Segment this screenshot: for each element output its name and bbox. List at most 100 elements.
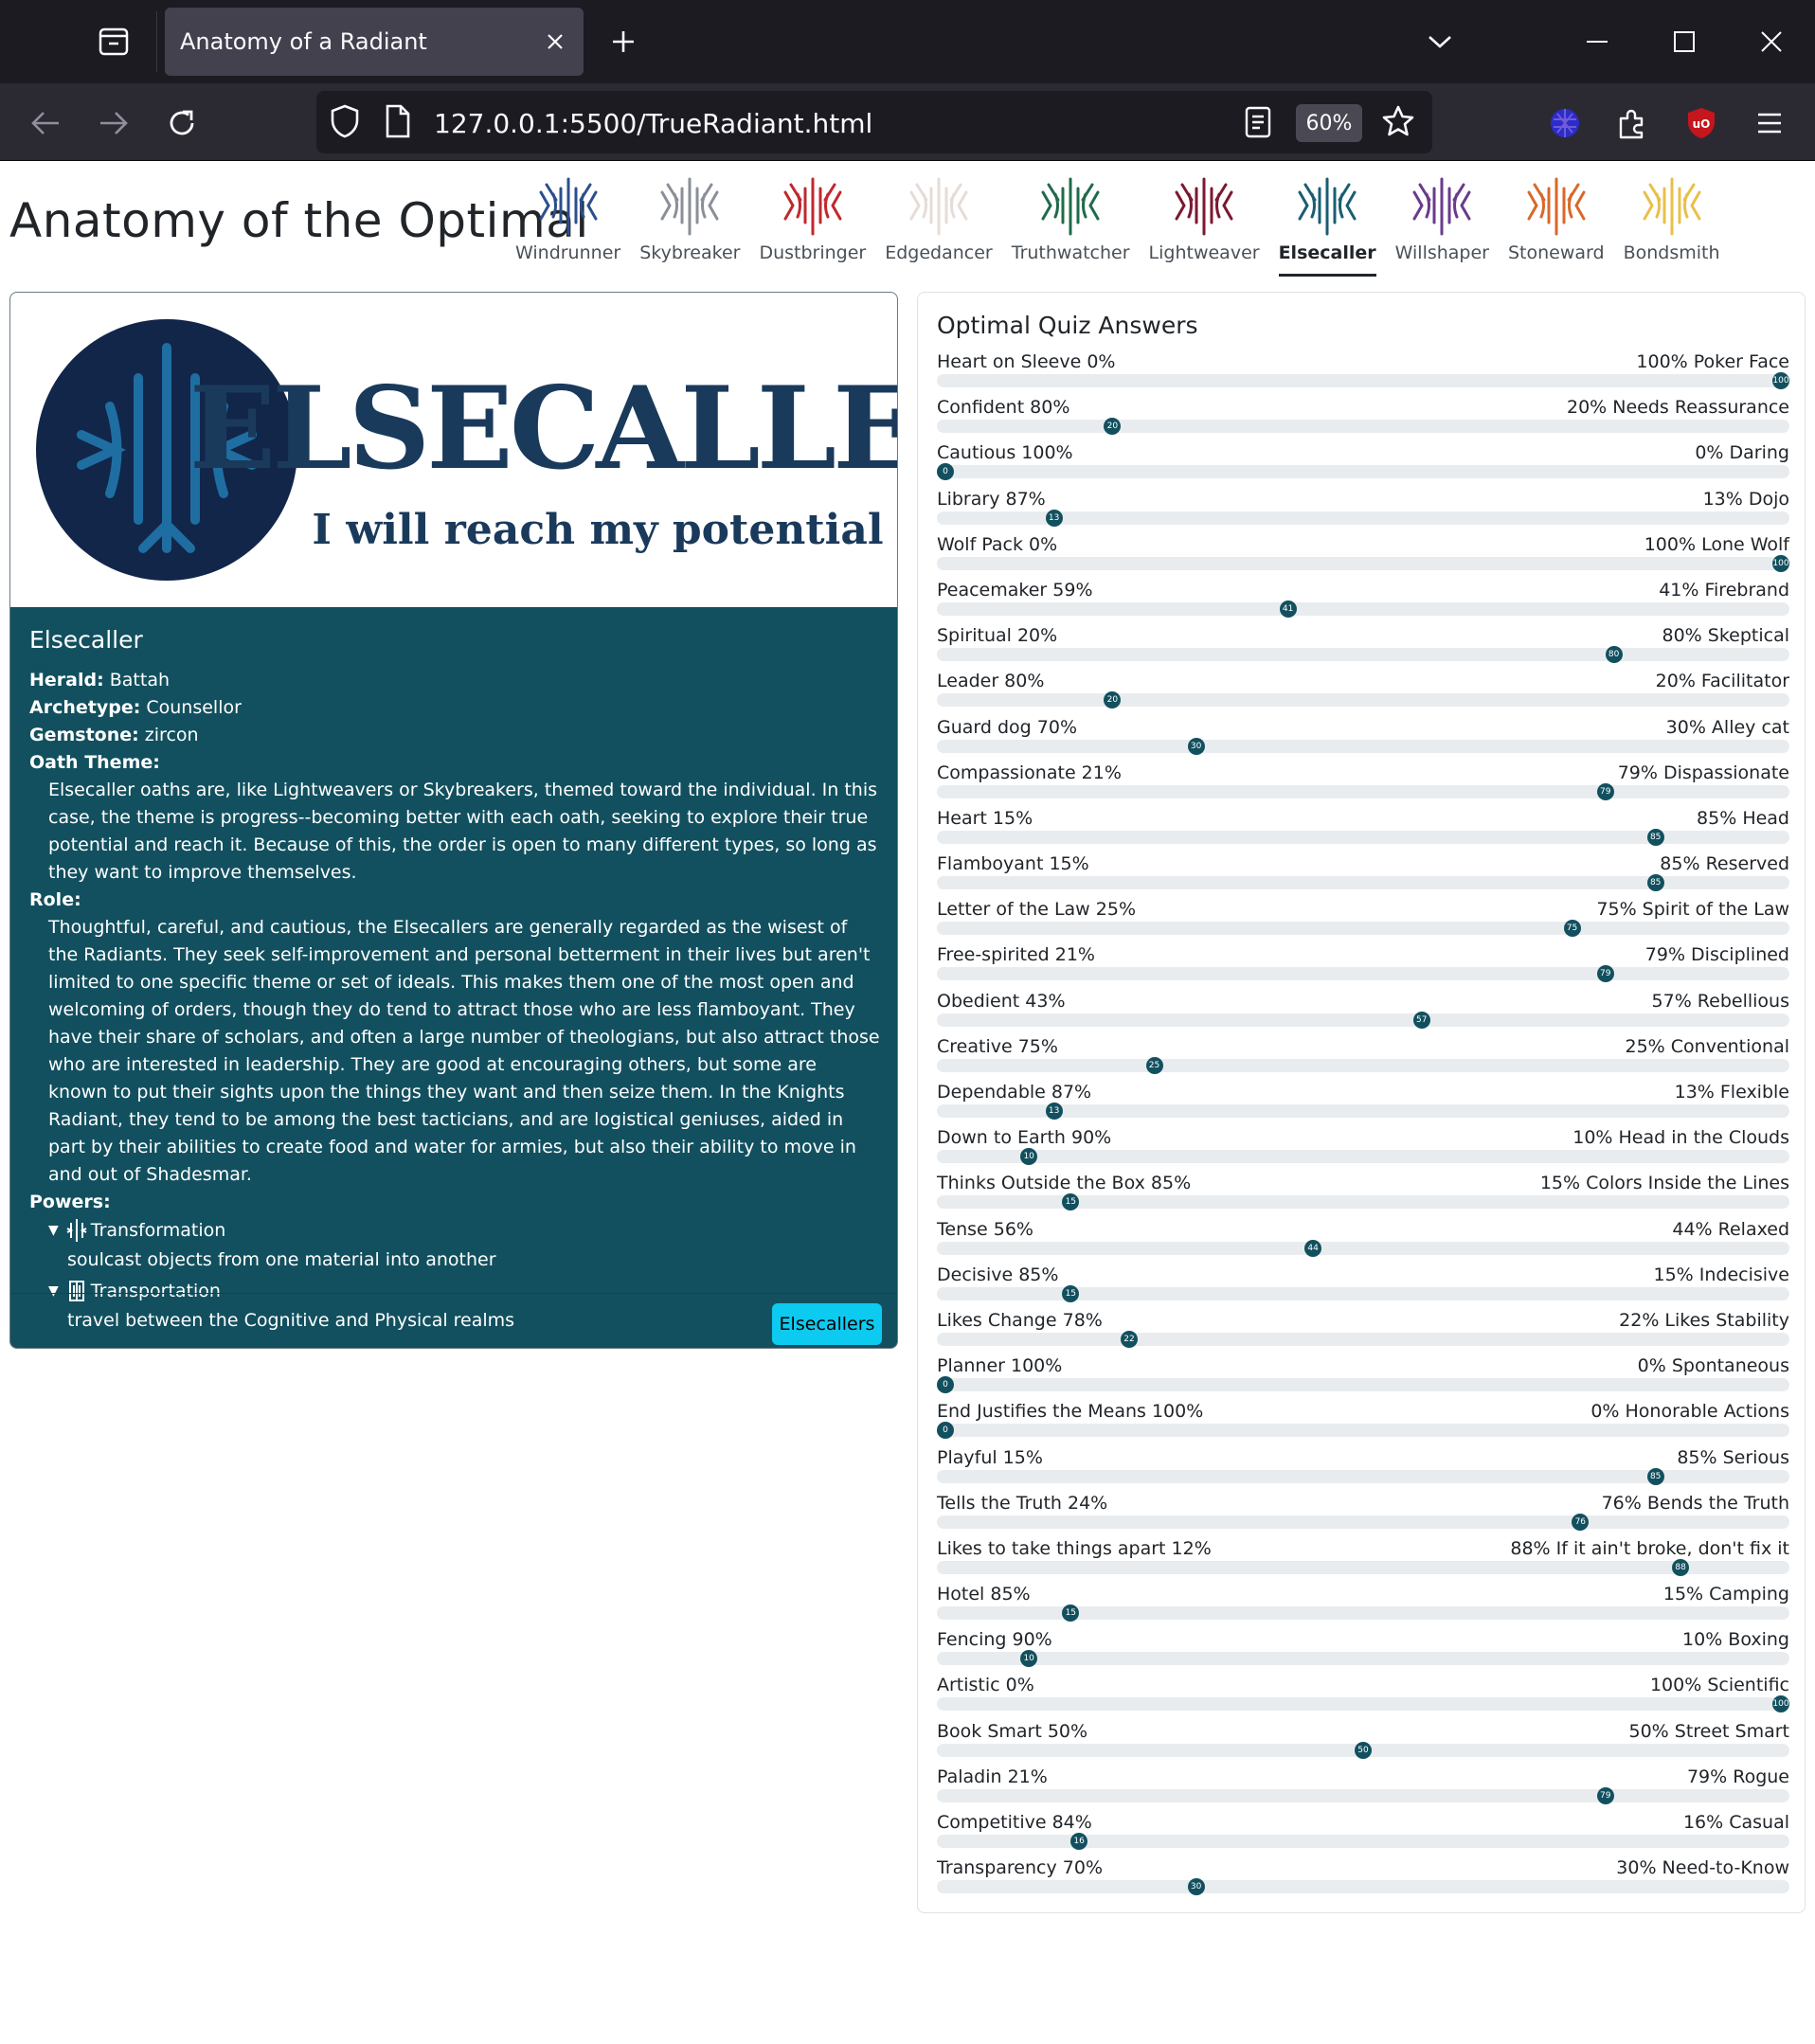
active-tab[interactable]: Anatomy of a Radiant: [165, 8, 584, 76]
elsecallers-button[interactable]: Elsecallers: [772, 1303, 882, 1345]
quiz-slider-track[interactable]: 0: [937, 1422, 1789, 1440]
reader-view-icon[interactable]: [1245, 106, 1271, 142]
quiz-slider-thumb[interactable]: 0: [937, 1422, 954, 1440]
quiz-slider-thumb[interactable]: 25: [1145, 1056, 1163, 1074]
reload-icon[interactable]: [159, 100, 205, 146]
forward-arrow-icon[interactable]: [91, 100, 136, 146]
shield-icon[interactable]: [330, 104, 360, 142]
quiz-slider-track[interactable]: 79: [937, 782, 1789, 800]
quiz-slider-thumb[interactable]: 100: [1772, 1695, 1789, 1713]
quiz-slider-thumb[interactable]: 20: [1104, 418, 1122, 436]
quiz-slider-track[interactable]: 25: [937, 1056, 1789, 1074]
quiz-slider-track[interactable]: 41: [937, 600, 1789, 618]
minimize-icon[interactable]: [1574, 19, 1620, 64]
quiz-slider-thumb[interactable]: 15: [1062, 1284, 1080, 1302]
quiz-slider-thumb[interactable]: 20: [1104, 691, 1122, 709]
order-link-willshaper[interactable]: Willshaper: [1386, 174, 1499, 286]
back-arrow-icon[interactable]: [23, 100, 68, 146]
quiz-slider-track[interactable]: 0: [937, 463, 1789, 481]
quiz-slider-thumb[interactable]: 13: [1045, 1103, 1063, 1120]
quiz-slider-thumb[interactable]: 85: [1646, 828, 1664, 846]
page-icon[interactable]: [385, 104, 411, 142]
quiz-slider-track[interactable]: 44: [937, 1239, 1789, 1257]
quiz-slider-thumb[interactable]: 15: [1062, 1605, 1080, 1623]
quiz-slider-track[interactable]: 79: [937, 1786, 1789, 1804]
hamburger-menu-icon[interactable]: [1747, 100, 1792, 146]
quiz-slider-thumb[interactable]: 80: [1605, 646, 1623, 664]
quiz-slider-thumb[interactable]: 10: [1020, 1148, 1038, 1166]
zoom-level-badge[interactable]: 60%: [1296, 104, 1362, 142]
quiz-slider-thumb[interactable]: 16: [1070, 1833, 1088, 1850]
quiz-slider-thumb[interactable]: 79: [1596, 1786, 1614, 1804]
extensions-puzzle-icon[interactable]: [1610, 100, 1656, 146]
quiz-slider-track[interactable]: 15: [937, 1193, 1789, 1211]
quiz-slider-thumb[interactable]: 79: [1596, 782, 1614, 800]
quiz-slider-thumb[interactable]: 15: [1062, 1193, 1080, 1211]
bookmark-star-icon[interactable]: [1381, 104, 1415, 142]
quiz-slider-track[interactable]: 30: [937, 1878, 1789, 1896]
quiz-slider-track[interactable]: 85: [937, 828, 1789, 846]
order-link-stoneward[interactable]: Stoneward: [1499, 174, 1614, 286]
quiz-slider-track[interactable]: 15: [937, 1605, 1789, 1623]
quiz-slider-track[interactable]: 15: [937, 1284, 1789, 1302]
quiz-slider-thumb[interactable]: 30: [1187, 737, 1205, 755]
order-link-bondsmith[interactable]: Bondsmith: [1614, 174, 1730, 286]
order-link-edgedancer[interactable]: Edgedancer: [875, 174, 1002, 286]
quiz-slider-thumb[interactable]: 100: [1772, 372, 1789, 389]
quiz-slider-track[interactable]: 79: [937, 965, 1789, 983]
quiz-slider-track[interactable]: 10: [937, 1148, 1789, 1166]
quiz-slider-track[interactable]: 75: [937, 920, 1789, 938]
order-link-lightweaver[interactable]: Lightweaver: [1140, 174, 1269, 286]
ublock-shield-icon[interactable]: uO: [1679, 100, 1724, 146]
quiz-slider-thumb[interactable]: 85: [1646, 1467, 1664, 1485]
order-link-truthwatcher[interactable]: Truthwatcher: [1002, 174, 1140, 286]
chevron-down-icon[interactable]: [1419, 21, 1461, 63]
quiz-slider-track[interactable]: 22: [937, 1330, 1789, 1348]
quiz-slider-thumb[interactable]: 10: [1020, 1650, 1038, 1668]
quiz-slider-track[interactable]: 20: [937, 691, 1789, 709]
order-link-elsecaller[interactable]: Elsecaller: [1269, 174, 1386, 286]
quiz-slider-track[interactable]: 13: [937, 1103, 1789, 1120]
quiz-slider-track[interactable]: 57: [937, 1011, 1789, 1029]
url-bar[interactable]: 127.0.0.1:5500/TrueRadiant.html 60%: [316, 91, 1432, 153]
quiz-slider-thumb[interactable]: 41: [1279, 600, 1297, 618]
quiz-slider-track[interactable]: 10: [937, 1650, 1789, 1668]
order-link-skybreaker[interactable]: Skybreaker: [630, 174, 749, 286]
firefox-view-icon[interactable]: [91, 23, 136, 61]
order-link-windrunner[interactable]: Windrunner: [506, 174, 630, 286]
quiz-slider-track[interactable]: 0: [937, 1376, 1789, 1394]
maximize-icon[interactable]: [1662, 19, 1707, 64]
quiz-slider-thumb[interactable]: 30: [1187, 1878, 1205, 1896]
quiz-slider-thumb[interactable]: 44: [1304, 1239, 1322, 1257]
quiz-slider-thumb[interactable]: 22: [1121, 1330, 1139, 1348]
extension-globe-icon[interactable]: [1542, 100, 1588, 146]
quiz-slider-track[interactable]: 76: [937, 1513, 1789, 1531]
tab-close-icon[interactable]: [538, 25, 572, 59]
quiz-slider-track[interactable]: 20: [937, 418, 1789, 436]
quiz-slider-thumb[interactable]: 76: [1572, 1513, 1590, 1531]
order-link-dustbringer[interactable]: Dustbringer: [749, 174, 875, 286]
quiz-slider-track[interactable]: 100: [937, 372, 1789, 389]
quiz-slider-track[interactable]: 16: [937, 1833, 1789, 1850]
quiz-slider-track[interactable]: 13: [937, 509, 1789, 527]
quiz-slider-thumb[interactable]: 50: [1355, 1741, 1372, 1759]
quiz-slider-thumb[interactable]: 0: [937, 1376, 954, 1394]
quiz-slider-thumb[interactable]: 75: [1563, 920, 1581, 938]
quiz-slider-thumb[interactable]: 0: [937, 463, 954, 481]
quiz-slider-track[interactable]: 80: [937, 646, 1789, 664]
quiz-slider-thumb[interactable]: 13: [1045, 509, 1063, 527]
quiz-slider-track[interactable]: 50: [937, 1741, 1789, 1759]
quiz-slider-track[interactable]: 30: [937, 737, 1789, 755]
quiz-slider-track[interactable]: 85: [937, 874, 1789, 892]
url-text[interactable]: 127.0.0.1:5500/TrueRadiant.html: [434, 108, 872, 139]
quiz-slider-track[interactable]: 100: [937, 1695, 1789, 1713]
quiz-slider-track[interactable]: 88: [937, 1558, 1789, 1576]
quiz-slider-track[interactable]: 85: [937, 1467, 1789, 1485]
quiz-slider-track[interactable]: 100: [937, 554, 1789, 572]
quiz-slider-thumb[interactable]: 57: [1412, 1011, 1430, 1029]
quiz-slider-thumb[interactable]: 85: [1646, 874, 1664, 892]
quiz-slider-thumb[interactable]: 100: [1772, 554, 1789, 572]
new-tab-icon[interactable]: [602, 21, 644, 63]
quiz-slider-thumb[interactable]: 79: [1596, 965, 1614, 983]
power-toggle-transformation[interactable]: ▼ Transformation: [29, 1216, 880, 1245]
